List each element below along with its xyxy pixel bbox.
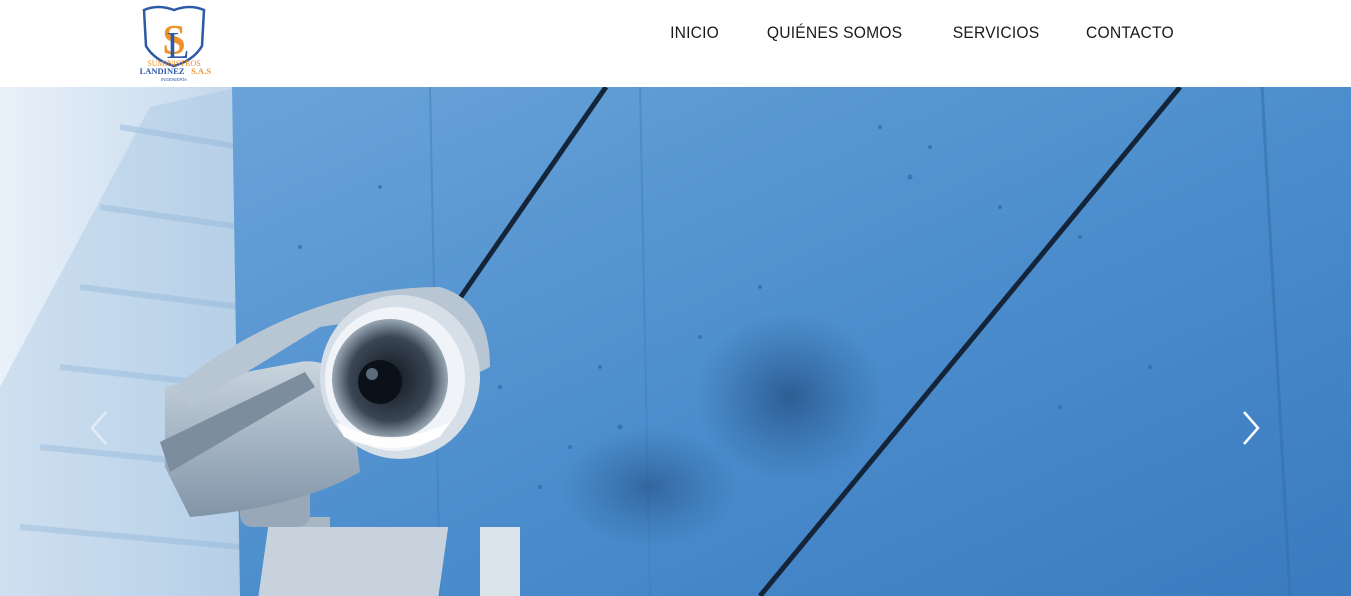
chevron-right-icon <box>1243 411 1260 445</box>
site-header: S L SUMINISTROS LANDINEZ S.A.S INGENIERÍ… <box>0 0 1351 87</box>
logo-emblem: S L SUMINISTROS LANDINEZ S.A.S INGENIERÍ… <box>140 5 211 82</box>
nav-item-inicio[interactable]: INICIO <box>652 21 738 45</box>
brand-logo[interactable]: S L SUMINISTROS LANDINEZ S.A.S INGENIERÍ… <box>134 2 218 86</box>
logo-sub: INGENIERÍA <box>161 76 187 82</box>
nav-item-contacto[interactable]: CONTACTO <box>1067 21 1174 45</box>
slider-next-button[interactable] <box>1236 408 1266 448</box>
slider-prev-button[interactable] <box>86 408 116 448</box>
nav-item-servicios[interactable]: SERVICIOS <box>934 21 1057 45</box>
chevron-left-icon <box>90 411 107 445</box>
hero-slider <box>0 87 1351 596</box>
nav-item-quienes-somos[interactable]: QUIÉNES SOMOS <box>749 21 921 45</box>
main-nav: INICIO QUIÉNES SOMOS SERVICIOS CONTACTO <box>648 21 1178 45</box>
logo-suffix: S.A.S <box>191 66 211 76</box>
logo-name: LANDINEZ <box>140 66 185 76</box>
hero-image-security-camera <box>0 87 1351 596</box>
